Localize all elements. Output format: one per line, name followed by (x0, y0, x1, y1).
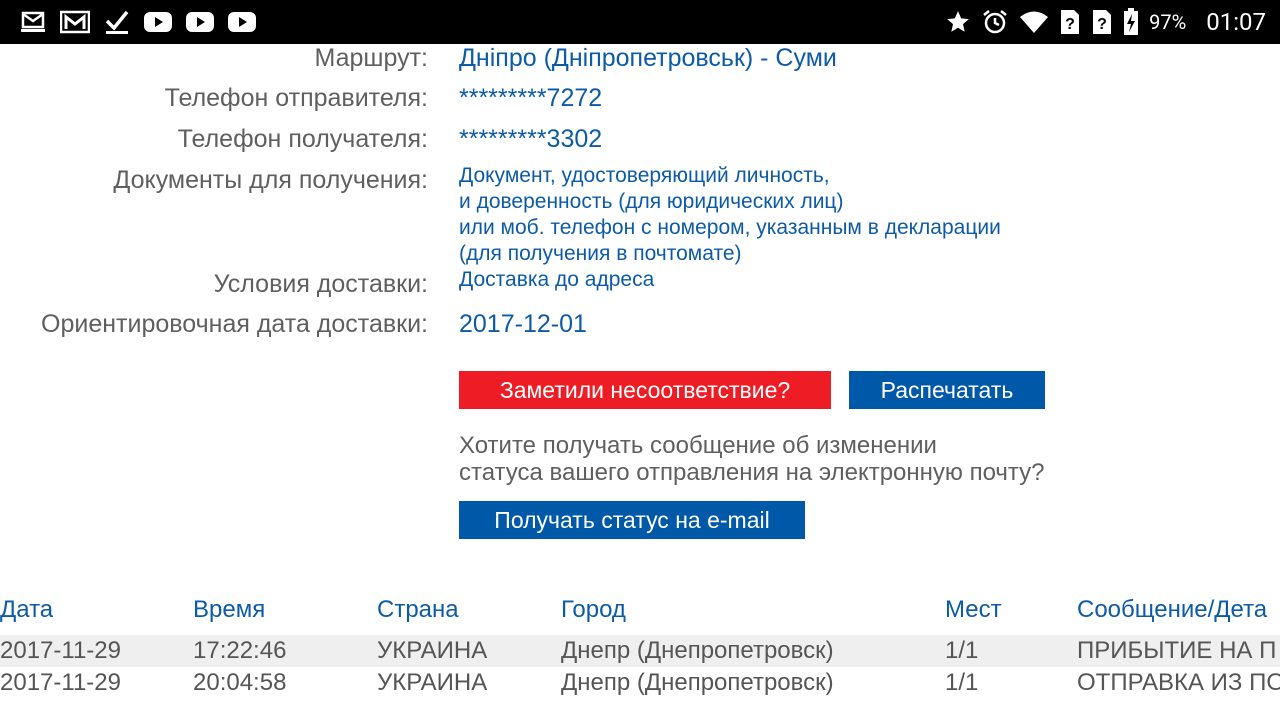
system-icons: ? ? 97% 01:07 (945, 6, 1266, 38)
cell-places: 1/1 (945, 669, 979, 696)
print-button[interactable]: Распечатать (849, 371, 1045, 409)
receiver-phone-label: Телефон получателя: (177, 125, 428, 153)
youtube-icon (186, 11, 214, 33)
cell-date: 2017-11-29 (0, 669, 121, 696)
wifi-icon (1019, 10, 1049, 34)
question-line: статуса вашего отправления на электронну… (459, 459, 1045, 486)
cell-city: Днепр (Днепропетровск) (561, 669, 834, 696)
route-label: Маршрут: (314, 44, 429, 72)
clock: 01:07 (1206, 8, 1266, 36)
notification-icons (20, 8, 256, 36)
alarm-icon (981, 8, 1009, 36)
column-header-country: Страна (377, 596, 459, 623)
youtube-icon (228, 11, 256, 33)
column-header-time: Время (193, 596, 266, 623)
cell-message: ОТПРАВКА ИЗ ПО (1077, 669, 1280, 696)
est-date-value: 2017-12-01 (459, 310, 587, 338)
svg-text:?: ? (1097, 16, 1107, 33)
documents-line: и доверенность (для юридических лиц) (459, 190, 844, 213)
status-bar: ? ? 97% 01:07 (0, 0, 1280, 44)
cell-time: 20:04:58 (193, 669, 287, 696)
youtube-icon (144, 11, 172, 33)
documents-line: Документ, удостоверяющий личность, (459, 164, 830, 187)
cell-city: Днепр (Днепропетровск) (561, 637, 834, 664)
no-sim-icon: ? (1091, 8, 1113, 36)
svg-text:?: ? (1065, 16, 1075, 33)
email-notification-question: Хотите получать сообщение об изменении с… (459, 432, 1045, 486)
documents-line: (для получения в почтомате) (459, 242, 742, 265)
cell-country: УКРАИНА (377, 637, 488, 664)
cell-message: ПРИБЫТИЕ НА П (1077, 637, 1277, 664)
no-sim-icon: ? (1059, 8, 1081, 36)
cell-places: 1/1 (945, 637, 979, 664)
cell-time: 17:22:46 (193, 637, 287, 664)
column-header-places: Мест (945, 596, 1002, 623)
column-header-date: Дата (0, 596, 54, 623)
cell-country: УКРАИНА (377, 669, 488, 696)
sender-phone-label: Телефон отправителя: (164, 84, 428, 112)
email-status-button[interactable]: Получать статус на e-mail (459, 501, 805, 539)
delivery-terms-label: Условия доставки: (213, 270, 428, 298)
report-mismatch-button[interactable]: Заметили несоответствие? (459, 371, 831, 409)
table-row: 2017-11-29 17:22:46 УКРАИНА Днепр (Днепр… (0, 635, 1280, 667)
star-icon (945, 9, 971, 35)
cell-date: 2017-11-29 (0, 637, 121, 664)
column-header-message: Сообщение/Дета (1077, 596, 1268, 623)
gmail-icon (60, 10, 90, 34)
table-row: 2017-11-29 20:04:58 УКРАИНА Днепр (Днепр… (0, 667, 1280, 699)
task-done-icon (104, 9, 130, 35)
delivery-terms-value: Доставка до адреса (459, 268, 655, 291)
documents-value: Документ, удостоверяющий личность, и дов… (459, 163, 1001, 267)
column-header-city: Город (561, 596, 626, 623)
email-icon (20, 11, 46, 33)
route-value: Дніпро (Дніпропетровськ) - Суми (459, 44, 837, 72)
battery-charging-icon (1123, 8, 1139, 36)
battery-percentage: 97% (1149, 10, 1187, 34)
documents-label: Документы для получения: (113, 166, 428, 194)
question-line: Хотите получать сообщение об изменении (459, 432, 937, 459)
documents-line: или моб. телефон с номером, указанным в … (459, 216, 1001, 239)
sender-phone-value: *********7272 (459, 84, 603, 112)
receiver-phone-value: *********3302 (459, 125, 603, 153)
est-date-label: Ориентировочная дата доставки: (41, 310, 428, 338)
